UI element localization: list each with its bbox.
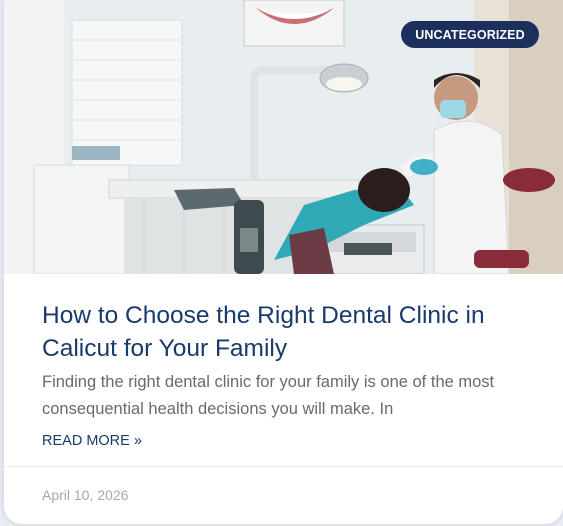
post-card: UNCATEGORIZED How to Choose the Right De… — [4, 0, 563, 524]
card-divider — [4, 466, 563, 467]
post-thumbnail[interactable]: UNCATEGORIZED — [4, 0, 563, 274]
post-excerpt: Finding the right dental clinic for your… — [42, 373, 495, 418]
category-badge[interactable]: UNCATEGORIZED — [401, 21, 539, 48]
post-date: April 10, 2026 — [42, 487, 129, 503]
read-more-link[interactable]: READ MORE » — [42, 433, 142, 449]
post-title[interactable]: How to Choose the Right Dental Clinic in… — [42, 299, 532, 365]
